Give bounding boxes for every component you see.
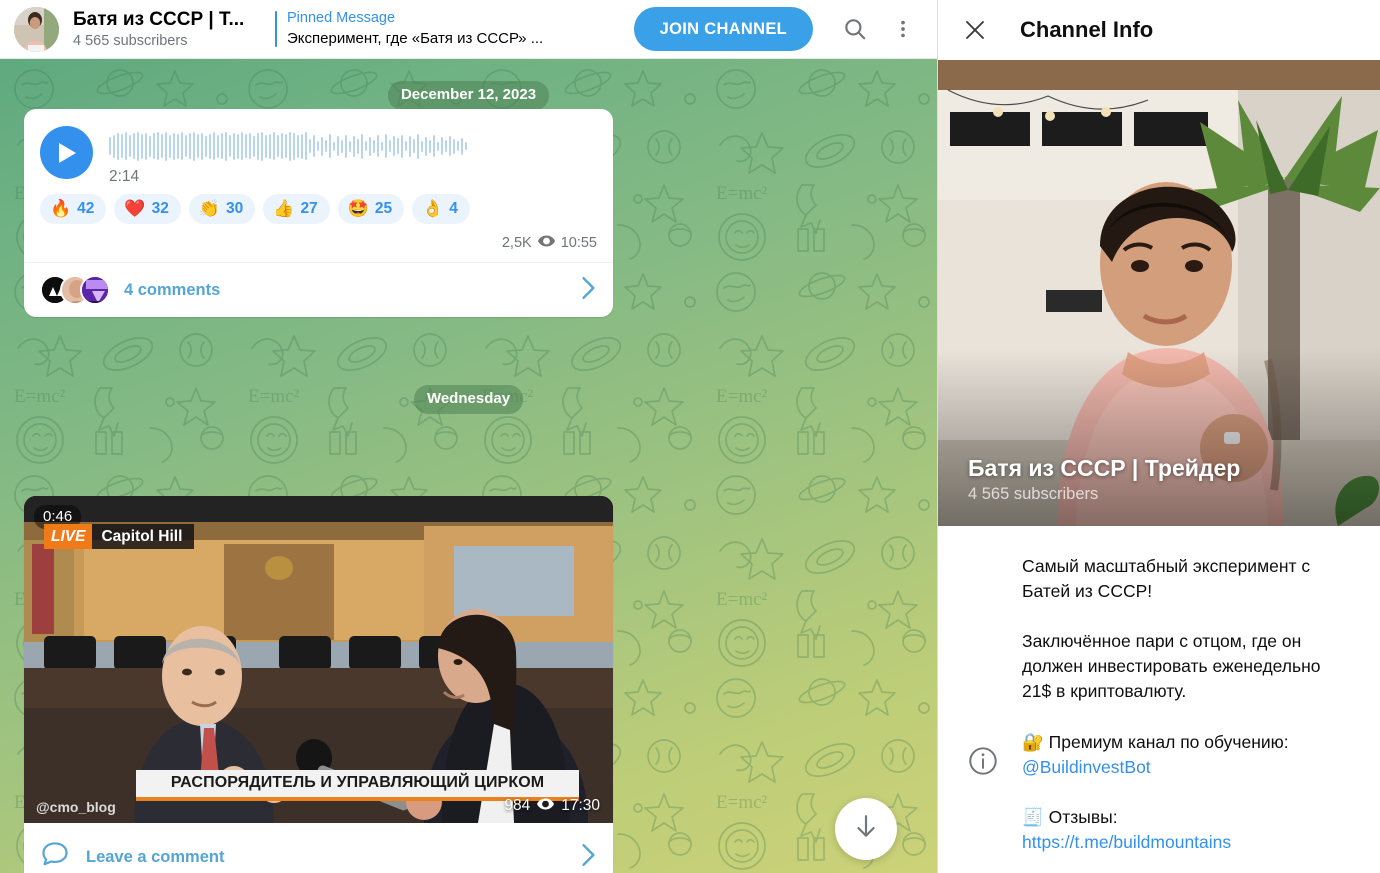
search-icon[interactable] — [835, 9, 875, 49]
avatar-photo — [14, 6, 59, 52]
reaction-count: 32 — [151, 200, 169, 217]
chat-header: Батя из СССР | Т... 4 565 subscribers Pi… — [0, 0, 937, 59]
fire-icon: 🔥 — [50, 199, 72, 218]
reaction-fire[interactable]: 🔥 42 — [40, 194, 107, 224]
hero-subscribers: 4 565 subscribers — [968, 485, 1099, 503]
date-chip-label: Wednesday — [413, 385, 524, 414]
video-message-time: 17:30 — [561, 797, 600, 814]
reaction-count: 4 — [449, 200, 458, 217]
leave-comment-label: Leave a comment — [86, 848, 225, 866]
reviews-line: 🧾 Отзывы: — [1022, 807, 1118, 827]
header-titles: Батя из СССР | Т... 4 565 subscribers — [73, 8, 269, 51]
live-badge: LIVE — [44, 524, 93, 549]
reaction-star-struck[interactable]: 🤩 25 — [337, 194, 405, 224]
reviews-link[interactable]: https://t.me/buildmountains — [1022, 832, 1231, 852]
commenter-avatar — [80, 275, 110, 305]
premium-bot-link[interactable]: @BuildinvestBot — [1022, 757, 1151, 777]
views-count: 2,5K — [501, 235, 532, 251]
more-vertical-icon[interactable] — [883, 9, 923, 49]
date-separator-2: Wednesday — [0, 385, 937, 414]
voice-message[interactable]: 2:14 🔥 42 ❤️ 32 👏 30 👍 27 🤩 25 👌 4 2,5K … — [24, 109, 613, 317]
voice-duration: 2:14 — [109, 168, 140, 185]
reaction-count: 25 — [374, 200, 393, 217]
reaction-count: 27 — [300, 200, 318, 217]
leave-comment-bar[interactable]: Leave a comment — [24, 823, 613, 873]
ok-hand-icon: 👌 — [422, 199, 444, 218]
voice-player: 2:14 — [24, 109, 613, 190]
pinned-text: Эксперимент, где «Батя из СССР» ... — [287, 30, 544, 47]
video-message[interactable]: 0:46 LIVE Capitol Hill РАСПОРЯДИТЕЛЬ И У… — [24, 496, 613, 873]
channel-subscribers: 4 565 subscribers — [73, 32, 188, 49]
channel-hero-photo[interactable]: Батя из СССР | Трейдер 4 565 subscribers — [938, 60, 1380, 526]
channel-description: Самый масштабный эксперимент с Батей из … — [938, 526, 1380, 704]
hero-channel-title: Батя из СССР | Трейдер — [968, 455, 1241, 481]
eye-icon — [537, 797, 555, 815]
voice-details: 2:14 — [109, 126, 597, 186]
scroll-to-bottom-button[interactable] — [835, 798, 897, 860]
channel-links-text: 🔐 Премиум канал по обучению: @Buildinves… — [1022, 730, 1289, 855]
reaction-ok-hand[interactable]: 👌 4 — [412, 194, 470, 224]
comments-count-label: 4 comments — [124, 280, 221, 299]
pinned-accent-bar — [275, 11, 277, 47]
close-icon[interactable] — [960, 15, 990, 45]
reaction-thumbs-up[interactable]: 👍 27 — [263, 194, 330, 224]
description-paragraph-1: Самый масштабный эксперимент с Батей из … — [1022, 556, 1311, 601]
chat-body: E=mc² — [0, 59, 937, 873]
comment-bubble-icon — [40, 840, 70, 873]
join-channel-button[interactable]: JOIN CHANNEL — [633, 7, 813, 51]
commenter-avatars — [40, 275, 110, 305]
voice-waveform[interactable] — [109, 131, 597, 161]
chat-scroll-area[interactable]: December 12, 2023 2:14 🔥 42 ❤️ 32 👏 30 👍… — [0, 59, 937, 873]
channel-title: Батя из СССР | Т... — [73, 8, 245, 30]
play-icon[interactable] — [40, 126, 93, 179]
video-subtitle-text: РАСПОРЯДИТЕЛЬ И УПРАВЛЯЮЩИЙ ЦИРКОМ — [170, 774, 545, 791]
star-struck-icon: 🤩 — [347, 199, 369, 218]
arrow-down-icon — [853, 813, 879, 846]
video-meta: 984 17:30 — [504, 797, 600, 815]
reaction-count: 42 — [77, 200, 95, 217]
premium-channel-line: 🔐 Премиум канал по обучению: — [1022, 732, 1289, 752]
hero-texts: Батя из СССР | Трейдер 4 565 subscribers — [968, 454, 1240, 504]
channel-links-row: 🔐 Премиум канал по обучению: @Buildinves… — [938, 704, 1380, 855]
video-watermark: @cmo_blog — [36, 799, 116, 815]
chyron-location: Capitol Hill — [92, 524, 195, 549]
chat-column: Батя из СССР | Т... 4 565 subscribers Pi… — [0, 0, 937, 873]
description-paragraph-2: Заключённое пари с отцом, где он должен … — [1022, 631, 1321, 701]
channel-info-panel: Channel Info Батя из СССР | Трейдер 4 56… — [937, 0, 1380, 873]
video-thumbnail[interactable]: 0:46 LIVE Capitol Hill РАСПОРЯДИТЕЛЬ И У… — [24, 496, 613, 823]
voice-message-meta: 2,5K 10:55 — [24, 226, 613, 262]
chevron-right-icon[interactable] — [581, 276, 597, 305]
thumbs-up-icon: 👍 — [273, 199, 295, 218]
reaction-count: 30 — [226, 200, 244, 217]
video-chyron: LIVE Capitol Hill — [44, 524, 195, 549]
reaction-heart[interactable]: ❤️ 32 — [114, 194, 181, 224]
voice-reactions: 🔥 42 ❤️ 32 👏 30 👍 27 🤩 25 👌 4 — [24, 190, 613, 226]
comments-bar[interactable]: 4 comments — [24, 262, 613, 317]
message-time: 10:55 — [560, 235, 597, 251]
video-views-count: 984 — [504, 797, 531, 814]
telegram-window: Батя из СССР | Т... 4 565 subscribers Pi… — [0, 0, 1380, 873]
premium-channel-block: 🔐 Премиум канал по обучению: @Buildinves… — [1022, 730, 1289, 780]
pinned-message[interactable]: Pinned Message Эксперимент, где «Батя из… — [275, 9, 543, 49]
clap-icon: 👏 — [198, 199, 221, 218]
pinned-texts: Pinned Message Эксперимент, где «Батя из… — [287, 9, 543, 49]
heart-icon: ❤️ — [124, 199, 146, 218]
eye-icon — [537, 234, 555, 252]
date-chip-label: December 12, 2023 — [387, 81, 550, 110]
info-panel-header: Channel Info — [938, 0, 1380, 60]
chevron-right-icon[interactable] — [581, 843, 597, 872]
pinned-label: Pinned Message — [287, 10, 396, 26]
channel-avatar[interactable] — [14, 6, 59, 52]
info-circle-icon — [968, 730, 1004, 855]
info-panel-title: Channel Info — [1020, 17, 1154, 42]
reviews-block: 🧾 Отзывы: https://t.me/buildmountains — [1022, 805, 1289, 855]
reaction-clap[interactable]: 👏 30 — [188, 194, 256, 224]
date-separator-1: December 12, 2023 — [0, 81, 937, 110]
